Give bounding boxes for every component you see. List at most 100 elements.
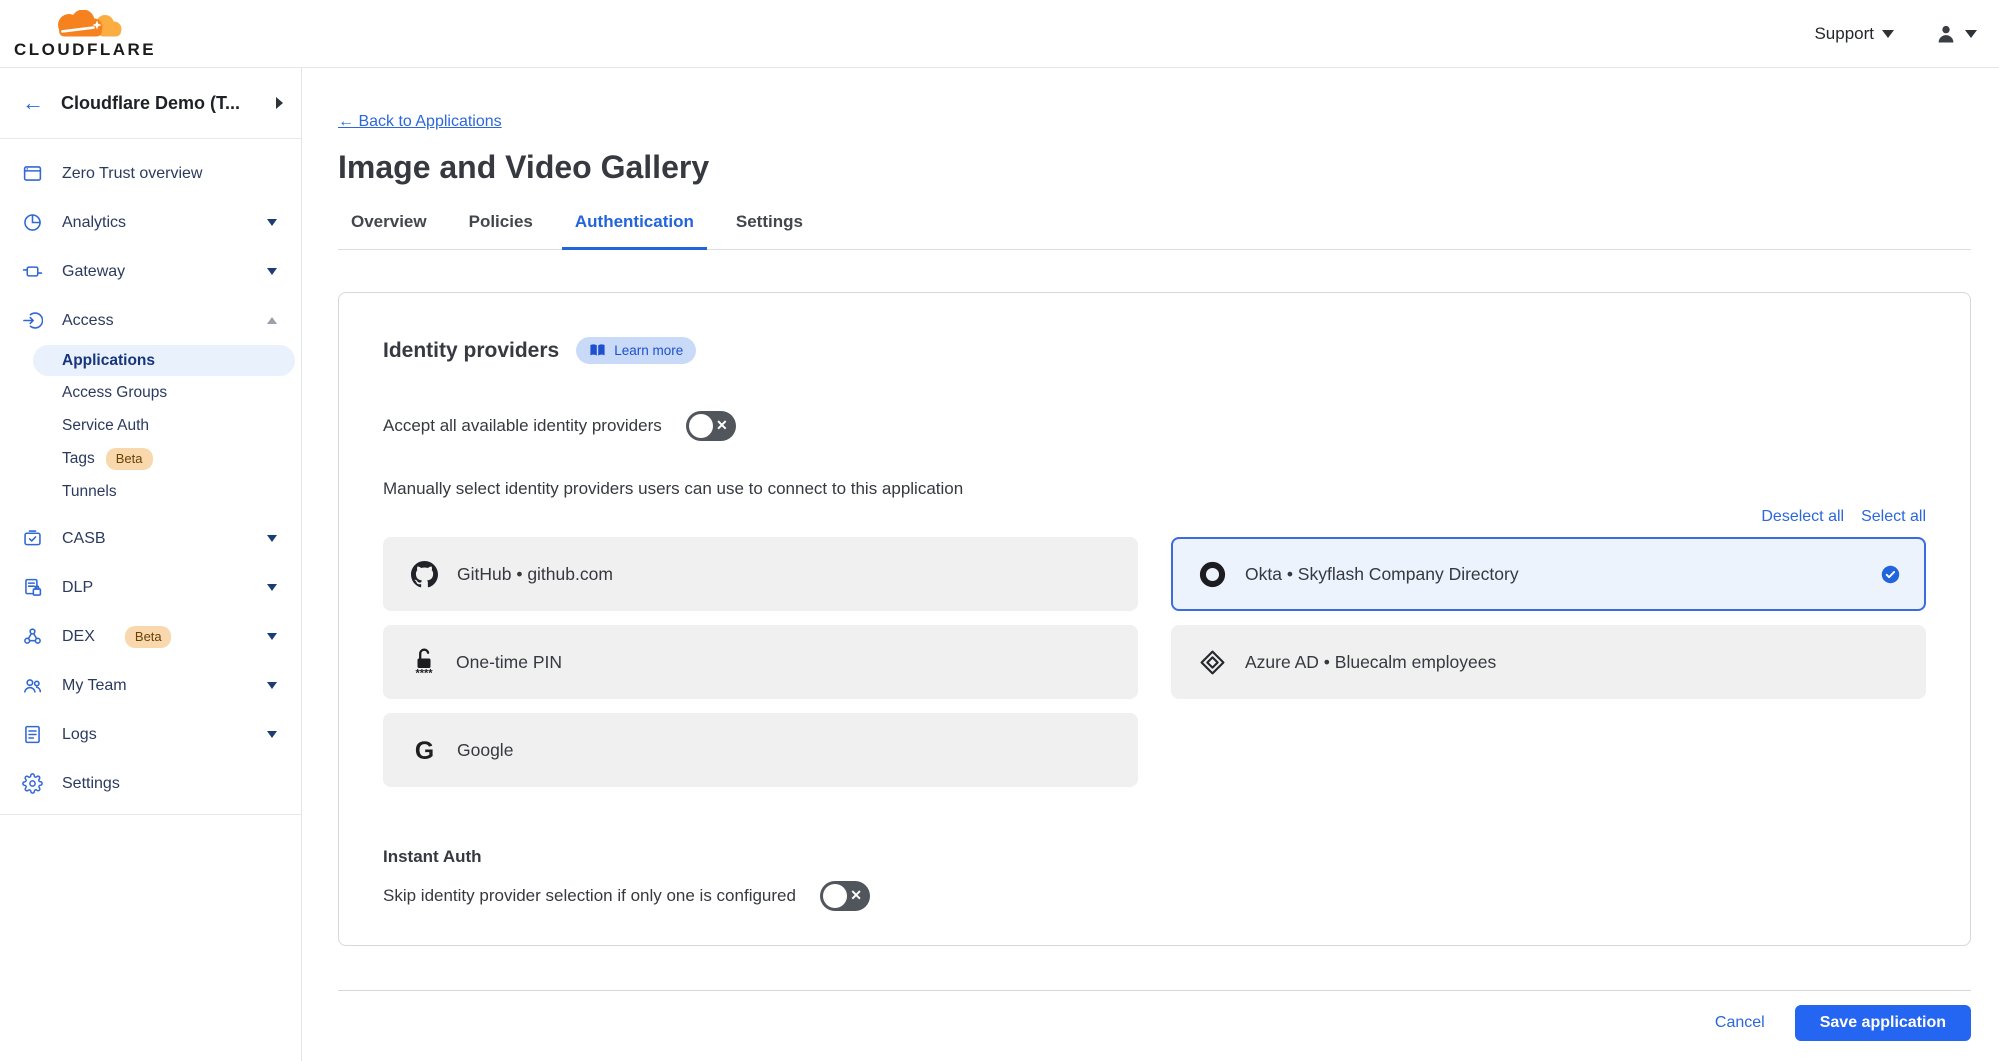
cancel-button[interactable]: Cancel — [1715, 1014, 1765, 1032]
main-content: ← Back to Applications Image and Video G… — [302, 68, 1999, 1061]
expand-right-icon[interactable] — [276, 97, 283, 109]
chevron-up-icon[interactable] — [267, 317, 277, 324]
sidebar-item-zero-trust-overview[interactable]: Zero Trust overview — [0, 149, 301, 198]
provider-grid: GitHub • github.com Okta • Skyflash Comp… — [383, 537, 1926, 787]
cloudflare-logo[interactable]: CLOUDFLARE — [14, 10, 156, 58]
sidebar-item-label: CASB — [62, 530, 248, 548]
instant-auth-heading: Instant Auth — [383, 847, 1926, 867]
sidebar-item-label: Access — [62, 312, 248, 330]
support-menu[interactable]: Support — [1814, 24, 1894, 44]
card-title: Identity providers — [383, 339, 559, 363]
deselect-all-link[interactable]: Deselect all — [1761, 508, 1844, 526]
user-icon — [1934, 22, 1958, 46]
tab-settings[interactable]: Settings — [723, 212, 816, 250]
tab-overview[interactable]: Overview — [338, 212, 440, 250]
footer-actions: Cancel Save application — [338, 1005, 1971, 1041]
sidebar-item-label: Zero Trust overview — [62, 165, 277, 183]
sidebar-item-casb[interactable]: CASB — [0, 514, 301, 563]
chevron-down-icon[interactable] — [267, 268, 277, 275]
learn-more-label: Learn more — [614, 343, 683, 358]
okta-icon — [1199, 561, 1226, 588]
provider-tile-one-time-pin[interactable]: **** One-time PIN — [383, 625, 1138, 699]
chevron-down-icon[interactable] — [267, 731, 277, 738]
provider-name: Azure AD • Bluecalm employees — [1245, 652, 1900, 673]
svg-text:****: **** — [415, 668, 433, 679]
provider-tile-azure-ad[interactable]: Azure AD • Bluecalm employees — [1171, 625, 1926, 699]
sidebar-item-logs[interactable]: Logs — [0, 710, 301, 759]
sidebar-item-my-team[interactable]: My Team — [0, 661, 301, 710]
provider-name: One-time PIN — [456, 652, 1112, 673]
casb-icon — [22, 528, 43, 549]
beta-badge: Beta — [106, 448, 153, 470]
sidebar-item-access-groups[interactable]: Access Groups — [0, 376, 301, 409]
user-menu[interactable] — [1934, 22, 1977, 46]
skip-toggle-label: Skip identity provider selection if only… — [383, 886, 796, 906]
sidebar: ← Cloudflare Demo (T... Zero Trust overv… — [0, 68, 302, 1061]
sidebar-item-label: Access Groups — [62, 384, 301, 402]
support-label: Support — [1814, 24, 1874, 44]
sidebar-item-analytics[interactable]: Analytics — [0, 198, 301, 247]
provider-name: Google — [457, 740, 1112, 761]
sidebar-item-gateway[interactable]: Gateway — [0, 247, 301, 296]
sidebar-item-tags[interactable]: Tags Beta — [0, 442, 301, 475]
sidebar-item-applications[interactable]: Applications — [33, 345, 295, 376]
provider-name: GitHub • github.com — [457, 564, 1112, 585]
chevron-down-icon[interactable] — [267, 633, 277, 640]
cloudflare-wordmark: CLOUDFLARE — [14, 41, 156, 58]
gear-icon — [22, 773, 43, 794]
tab-policies[interactable]: Policies — [456, 212, 546, 250]
sidebar-item-tunnels[interactable]: Tunnels — [0, 475, 301, 508]
top-bar: CLOUDFLARE Support — [0, 0, 1999, 68]
provider-name: Okta • Skyflash Company Directory — [1245, 564, 1862, 585]
sidebar-item-dex[interactable]: DEX Beta — [0, 612, 301, 661]
dlp-icon — [22, 577, 43, 598]
chevron-down-icon — [1882, 30, 1894, 38]
chevron-down-icon[interactable] — [267, 219, 277, 226]
sidebar-divider — [0, 814, 301, 815]
account-name[interactable]: Cloudflare Demo (T... — [61, 93, 259, 114]
accept-all-toggle[interactable]: ✕ — [686, 411, 736, 441]
access-subnav: Applications Access Groups Service Auth … — [0, 345, 301, 508]
back-arrow-icon[interactable]: ← — [22, 92, 44, 114]
identity-providers-card: Identity providers Learn more Accept all… — [338, 292, 1971, 946]
sidebar-item-label: DLP — [62, 579, 248, 597]
save-application-button[interactable]: Save application — [1795, 1005, 1971, 1041]
sidebar-item-label: Tunnels — [62, 483, 301, 501]
beta-badge: Beta — [125, 626, 171, 648]
provider-tile-github[interactable]: GitHub • github.com — [383, 537, 1138, 611]
back-to-applications-link[interactable]: ← Back to Applications — [338, 113, 502, 131]
sidebar-nav: Zero Trust overview Analytics Gateway Ac… — [0, 139, 301, 815]
sidebar-item-label: DEX — [62, 628, 95, 646]
tab-bar: Overview Policies Authentication Setting… — [338, 212, 1971, 250]
google-icon: G — [411, 737, 438, 764]
provider-tile-okta[interactable]: Okta • Skyflash Company Directory — [1171, 537, 1926, 611]
sidebar-item-label: Gateway — [62, 263, 248, 281]
sidebar-item-settings[interactable]: Settings — [0, 759, 301, 808]
chevron-down-icon — [1965, 30, 1977, 38]
toggle-off-x-icon: ✕ — [850, 887, 862, 904]
sidebar-item-service-auth[interactable]: Service Auth — [0, 409, 301, 442]
chevron-down-icon[interactable] — [267, 682, 277, 689]
sidebar-item-access[interactable]: Access — [0, 296, 301, 345]
learn-more-badge[interactable]: Learn more — [576, 337, 696, 364]
gateway-icon — [22, 261, 43, 282]
chevron-down-icon[interactable] — [267, 535, 277, 542]
cloudflare-cloud-icon — [35, 10, 135, 40]
logs-icon — [22, 724, 43, 745]
sidebar-item-label: Tags — [62, 450, 95, 468]
sidebar-item-dlp[interactable]: DLP — [0, 563, 301, 612]
provider-tile-google[interactable]: G Google — [383, 713, 1138, 787]
selected-check-icon — [1881, 565, 1900, 584]
tab-authentication[interactable]: Authentication — [562, 212, 707, 250]
select-all-link[interactable]: Select all — [1861, 508, 1926, 526]
sidebar-item-label: Settings — [62, 775, 277, 793]
chevron-down-icon[interactable] — [267, 584, 277, 591]
sidebar-item-label: Logs — [62, 726, 248, 744]
sidebar-item-label: Service Auth — [62, 417, 301, 435]
sidebar-item-label: Applications — [62, 352, 295, 370]
analytics-icon — [22, 212, 43, 233]
access-icon — [22, 310, 43, 331]
page-title: Image and Video Gallery — [338, 149, 1971, 186]
instant-auth-toggle[interactable]: ✕ — [820, 881, 870, 911]
dex-icon — [22, 626, 43, 647]
